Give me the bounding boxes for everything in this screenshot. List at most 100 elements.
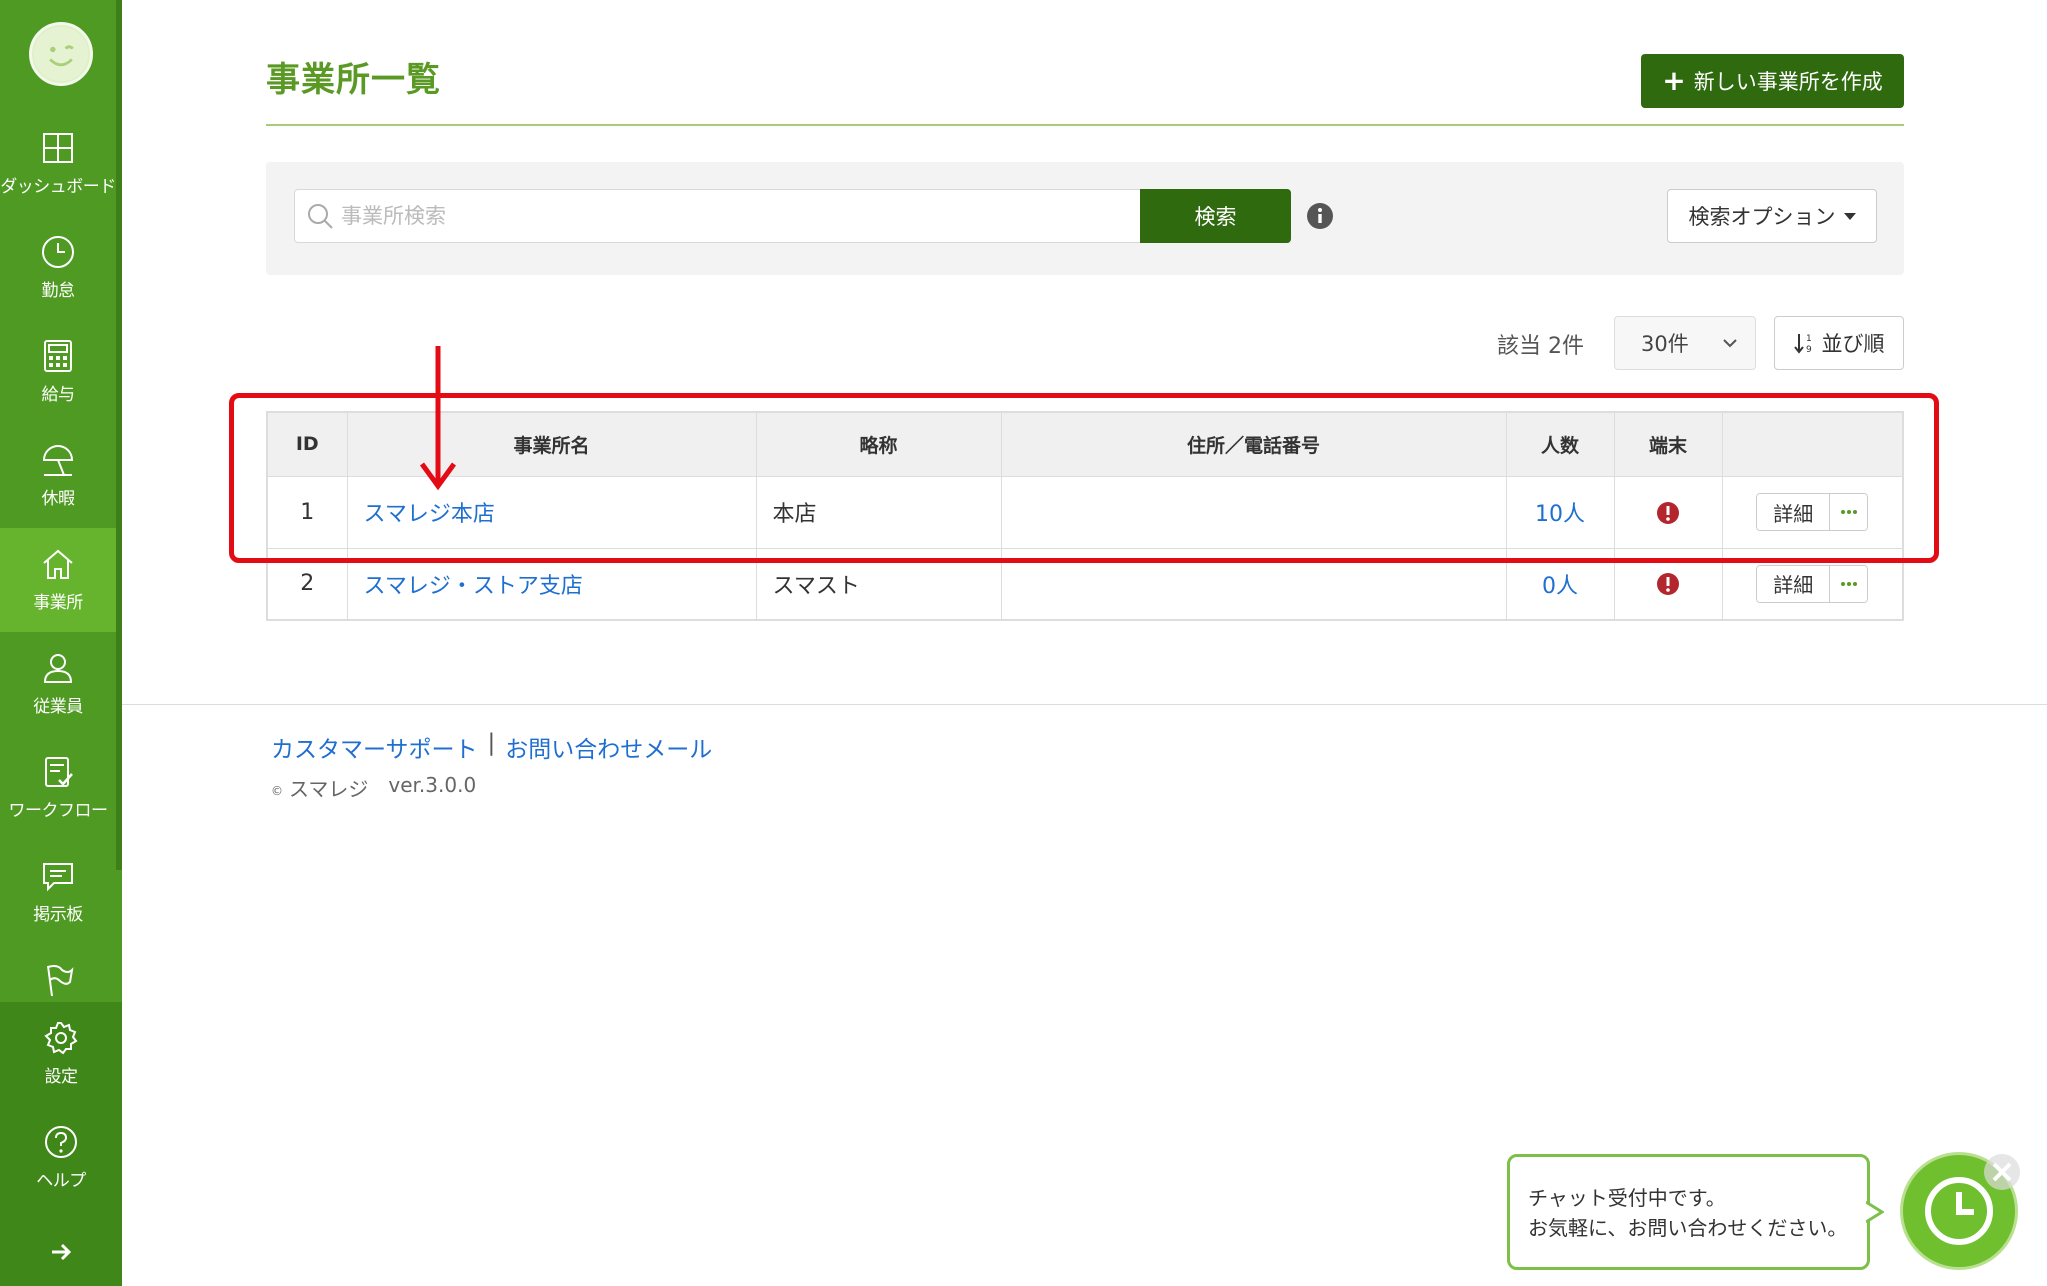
- sidebar-item-label: 掲示板: [33, 905, 83, 925]
- column-header-actions: [1721, 411, 1904, 477]
- sidebar-item-label: 従業員: [33, 697, 83, 717]
- sidebar-item-offices[interactable]: 事業所: [0, 528, 116, 632]
- office-name-link[interactable]: スマレジ本店: [364, 502, 495, 527]
- sidebar-item-dashboard[interactable]: ダッシュボード: [0, 112, 116, 216]
- cell-address: [1000, 547, 1507, 621]
- svg-text:9: 9: [1806, 345, 1812, 354]
- detail-button[interactable]: 詳細: [1757, 494, 1830, 530]
- sidebar-item-help[interactable]: ヘルプ: [0, 1106, 122, 1210]
- parasol-icon: [40, 442, 76, 478]
- sort-numeric-icon: 19: [1793, 334, 1812, 354]
- search-icon: [308, 204, 333, 229]
- create-office-label: 新しい事業所を作成: [1693, 70, 1883, 94]
- column-header-people[interactable]: 人数: [1505, 411, 1615, 477]
- ellipsis-icon: [1840, 581, 1857, 586]
- contact-email-link[interactable]: お問い合わせメール: [505, 730, 712, 764]
- sidebar-item-attendance[interactable]: 勤怠: [0, 216, 116, 320]
- sidebar-scrollbar[interactable]: [116, 0, 122, 870]
- column-header-abbreviation[interactable]: 略称: [755, 411, 1002, 477]
- more-button[interactable]: [1829, 494, 1868, 530]
- sidebar-item-label: ワークフロー: [8, 801, 109, 821]
- sidebar-item-label: 設定: [44, 1067, 79, 1087]
- flag-icon: [40, 962, 76, 998]
- sidebar-item-workflow[interactable]: ワークフロー: [0, 736, 116, 840]
- sidebar-item-label: 給与: [41, 385, 76, 405]
- app-version: ver.3.0.0: [388, 773, 477, 797]
- smiley-avatar-icon: [33, 26, 89, 82]
- office-name-link[interactable]: スマレジ・ストア支店: [364, 574, 583, 599]
- cell-id: 1: [266, 475, 348, 549]
- cell-abbreviation: 本店: [755, 475, 1002, 549]
- people-count-link[interactable]: 10人: [1535, 502, 1585, 527]
- info-icon[interactable]: [1306, 202, 1334, 230]
- sidebar-item-employees[interactable]: 従業員: [0, 632, 116, 736]
- cell-address: [1000, 475, 1507, 549]
- search-options-label: 検索オプション: [1688, 205, 1836, 229]
- avatar[interactable]: [29, 22, 93, 86]
- cell-id: 2: [266, 547, 348, 621]
- sidebar-item-label: ダッシュボード: [0, 177, 116, 197]
- chat-bubble[interactable]: チャット受付中です。 お気軽に、お問い合わせください。: [1507, 1154, 1870, 1270]
- customer-support-link[interactable]: カスタマーサポート: [271, 730, 478, 764]
- result-count: 該当 2件: [1497, 334, 1584, 359]
- search-panel: 検索 検索オプション: [266, 162, 1904, 275]
- column-header-address[interactable]: 住所／電話番号: [1000, 411, 1507, 477]
- sidebar-item-payroll[interactable]: 給与: [0, 320, 116, 424]
- calculator-icon: [40, 338, 76, 374]
- copyright: © スマレジ ver.3.0.0: [271, 773, 476, 802]
- sidebar-item-leave[interactable]: 休暇: [0, 424, 116, 528]
- user-icon: [40, 650, 76, 686]
- sidebar-item-settings[interactable]: 設定: [0, 1002, 122, 1106]
- chat-bubble-tail: [1866, 1200, 1884, 1224]
- message-icon: [40, 858, 76, 894]
- caret-down-icon: [1843, 212, 1856, 220]
- chevron-down-icon: [1723, 339, 1737, 348]
- cell-abbreviation: スマスト: [755, 547, 1002, 621]
- svg-text:1: 1: [1806, 334, 1812, 344]
- sort-button[interactable]: 19 並び順: [1774, 316, 1904, 370]
- alert-icon: [1657, 573, 1679, 596]
- home-icon: [40, 546, 76, 582]
- page-title: 事業所一覧: [266, 60, 441, 100]
- annotation-arrow-icon: [419, 346, 457, 491]
- table-row: 2 スマレジ・ストア支店 スマスト 0人 詳細: [266, 547, 1904, 621]
- clock-icon: [40, 234, 76, 270]
- search-input[interactable]: [294, 189, 1146, 243]
- row-actions: 詳細: [1756, 564, 1869, 603]
- sidebar: ダッシュボード 勤怠 給与 休暇 事業所 従業員 ワークフロー 掲示板 設定 ヘ…: [0, 0, 122, 1286]
- plus-icon: +: [1662, 64, 1686, 97]
- sort-label: 並び順: [1821, 332, 1885, 356]
- sidebar-item-label: 休暇: [41, 489, 76, 509]
- footer-divider: [122, 704, 2047, 705]
- chat-line-1: チャット受付中です。: [1528, 1186, 1726, 1210]
- sidebar-item-flag[interactable]: [0, 944, 116, 1002]
- title-divider: [266, 124, 1904, 126]
- gear-icon: [43, 1020, 79, 1056]
- detail-button[interactable]: 詳細: [1757, 565, 1830, 602]
- footer-separator: |: [487, 730, 496, 756]
- offices-table: ID 事業所名 略称 住所／電話番号 人数 端末 1 スマレジ本店 本店 10人…: [266, 411, 1904, 621]
- sidebar-item-label: 事業所: [33, 593, 83, 613]
- copyright-name: スマレジ: [289, 777, 369, 801]
- clipboard-check-icon: [40, 754, 76, 790]
- help-icon: [43, 1124, 79, 1160]
- sidebar-item-board[interactable]: 掲示板: [0, 840, 116, 944]
- search-button[interactable]: 検索: [1140, 189, 1291, 243]
- search-options-button[interactable]: 検索オプション: [1667, 189, 1877, 243]
- create-office-button[interactable]: + 新しい事業所を作成: [1641, 54, 1904, 108]
- people-count-link[interactable]: 0人: [1542, 574, 1578, 599]
- per-page-select[interactable]: 30件: [1614, 316, 1756, 370]
- column-header-id[interactable]: ID: [266, 411, 348, 477]
- sidebar-expand-button[interactable]: [0, 1232, 122, 1272]
- per-page-value: 30件: [1641, 332, 1689, 356]
- sidebar-item-label: ヘルプ: [36, 1171, 86, 1191]
- sidebar-item-label: 勤怠: [41, 281, 76, 301]
- chat-close-icon[interactable]: [1982, 1152, 2022, 1192]
- row-actions: 詳細: [1756, 493, 1869, 531]
- column-header-name[interactable]: 事業所名: [346, 411, 757, 477]
- arrow-right-icon: [52, 1243, 72, 1261]
- more-button[interactable]: [1829, 565, 1868, 602]
- column-header-terminal[interactable]: 端末: [1613, 411, 1723, 477]
- footer-links: カスタマーサポート | お問い合わせメール: [271, 730, 712, 764]
- table-row: 1 スマレジ本店 本店 10人 詳細: [266, 475, 1904, 549]
